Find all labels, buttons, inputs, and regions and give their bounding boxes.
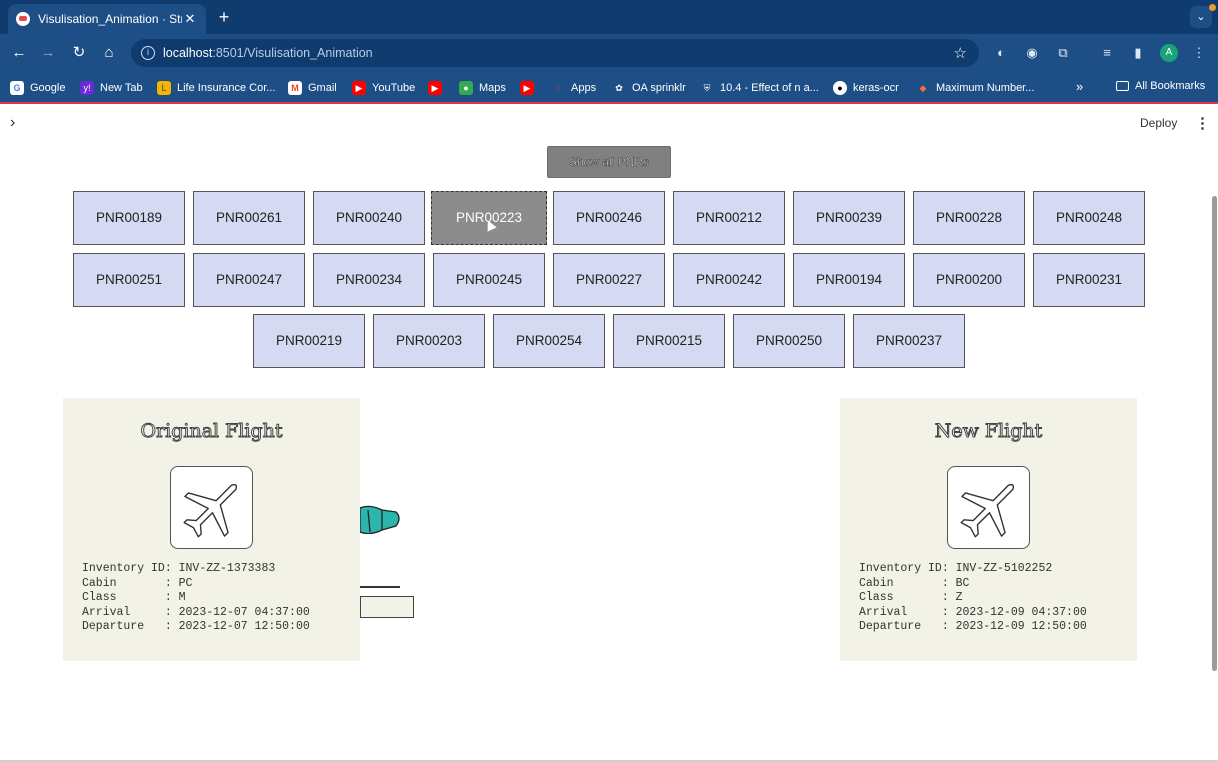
- side-panel-icon[interactable]: ▮: [1130, 45, 1146, 61]
- all-bookmarks[interactable]: All Bookmarks: [1116, 80, 1205, 92]
- show-all-pnrs-button[interactable]: Show all PNRs: [547, 146, 671, 178]
- site-info-icon[interactable]: i: [141, 46, 155, 60]
- browser-tab[interactable]: Visulisation_Animation · Strea ✕: [8, 4, 206, 34]
- new-tab-icon[interactable]: +: [214, 7, 234, 27]
- bookmark-youtube-3[interactable]: ▶: [520, 80, 540, 96]
- pnr-button[interactable]: PNR00245: [433, 253, 545, 307]
- original-flight-title: Original Flight: [140, 420, 283, 443]
- pnr-button[interactable]: PNR00215: [613, 314, 725, 368]
- sidebar-expand-chevron-icon[interactable]: ›: [10, 114, 15, 132]
- bookmark-maximum-number[interactable]: ◆ Maximum Number...: [916, 80, 1035, 96]
- bookmark-keras-ocr[interactable]: ● keras-ocr: [833, 80, 899, 96]
- airplane-icon: [170, 466, 253, 549]
- pnr-button[interactable]: PNR00231: [1033, 253, 1145, 307]
- bookmark-youtube[interactable]: ▶ YouTube: [352, 80, 415, 96]
- new-flight-title: New Flight: [934, 420, 1043, 443]
- app-menu-icon[interactable]: ⋮: [1195, 114, 1210, 132]
- bookmark-youtube-2[interactable]: ▶: [428, 80, 448, 96]
- bookmark-gmail[interactable]: M Gmail: [288, 80, 337, 96]
- home-icon[interactable]: ⌂: [99, 43, 119, 63]
- more-bookmarks-icon[interactable]: »: [1076, 79, 1083, 94]
- pnr-button[interactable]: PNR00239: [793, 191, 905, 245]
- pnr-button[interactable]: PNR00200: [913, 253, 1025, 307]
- bookmark-maps[interactable]: ● Maps: [459, 80, 506, 96]
- grammarly-icon[interactable]: ◉: [1024, 45, 1040, 61]
- pnr-button[interactable]: PNR00237: [853, 314, 965, 368]
- github-icon: ●: [833, 81, 847, 95]
- pnr-button-active[interactable]: PNR00223: [431, 191, 547, 245]
- pnr-button[interactable]: PNR00212: [673, 191, 785, 245]
- streamlit-app: › Deploy ⋮ Show all PNRs PNR00189 PNR002…: [0, 104, 1218, 762]
- apps-grid-icon: ⁙: [554, 83, 562, 93]
- pnr-button[interactable]: PNR00246: [553, 191, 665, 245]
- folder-icon: [1116, 81, 1129, 91]
- bookmark-sprinklr[interactable]: ✿ OA sprinklr: [612, 80, 686, 96]
- scrollbar[interactable]: [1212, 196, 1217, 671]
- tab-close-icon[interactable]: ✕: [182, 11, 198, 27]
- browser-tab-strip: Visulisation_Animation · Strea ✕ + ⌄: [0, 0, 1218, 34]
- address-bar[interactable]: i localhost:8501/Visulisation_Animation …: [131, 39, 979, 67]
- pnr-button[interactable]: PNR00247: [193, 253, 305, 307]
- pnr-button[interactable]: PNR00242: [673, 253, 785, 307]
- media-controls-icon[interactable]: ≡: [1099, 45, 1115, 61]
- pnr-button[interactable]: PNR00194: [793, 253, 905, 307]
- reload-icon[interactable]: ↻: [69, 43, 89, 63]
- pnr-button[interactable]: PNR00248: [1033, 191, 1145, 245]
- animation-platform: [360, 596, 414, 618]
- avatar[interactable]: A: [1160, 44, 1178, 62]
- google-icon: G: [10, 81, 24, 95]
- bookmarks-bar: G Google y! New Tab L Life Insurance Cor...…: [0, 72, 1218, 102]
- puzzle-icon[interactable]: ⧉: [1055, 45, 1071, 61]
- maps-icon: ●: [459, 81, 473, 95]
- lic-icon: L: [157, 81, 171, 95]
- tab-title: Visulisation_Animation · Strea: [38, 12, 182, 26]
- bookmark-lic[interactable]: L Life Insurance Cor...: [157, 80, 275, 96]
- pnr-button[interactable]: PNR00261: [193, 191, 305, 245]
- pnr-button[interactable]: PNR00254: [493, 314, 605, 368]
- youtube-icon: ▶: [428, 81, 442, 95]
- pnr-button[interactable]: PNR00219: [253, 314, 365, 368]
- pnr-button[interactable]: PNR00234: [313, 253, 425, 307]
- bookmark-apps[interactable]: ⁙ Apps: [551, 80, 596, 96]
- bookmark-google[interactable]: G Google: [10, 80, 65, 96]
- new-flight-card: New Flight Inventory ID: INV-ZZ-5102252 …: [840, 398, 1137, 661]
- bookmark-star-icon[interactable]: ☆: [954, 44, 967, 62]
- bookmark-effect[interactable]: ⛨ 10.4 - Effect of n a...: [700, 80, 819, 96]
- bookmark-new-tab[interactable]: y! New Tab: [80, 80, 143, 96]
- gmail-icon: M: [288, 81, 302, 95]
- original-flight-card: Original Flight Inventory ID: INV-ZZ-137…: [63, 398, 360, 661]
- chrome-menu-icon[interactable]: ⋮: [1191, 45, 1207, 61]
- back-icon[interactable]: ←: [9, 43, 29, 63]
- deploy-button[interactable]: Deploy: [1140, 116, 1177, 130]
- extension-icon[interactable]: ◐: [993, 45, 1009, 61]
- pnr-button[interactable]: PNR00228: [913, 191, 1025, 245]
- pnr-button[interactable]: PNR00251: [73, 253, 185, 307]
- pnr-button[interactable]: PNR00227: [553, 253, 665, 307]
- animation-rail: [360, 586, 400, 588]
- pnr-button[interactable]: PNR00240: [313, 191, 425, 245]
- forward-icon[interactable]: →: [38, 43, 58, 63]
- yahoo-icon: y!: [80, 81, 94, 95]
- airplane-icon: [947, 466, 1030, 549]
- new-flight-details: Inventory ID: INV-ZZ-5102252 Cabin : BC …: [859, 562, 1087, 633]
- bookmark-icon: ◆: [919, 83, 927, 93]
- streamlit-favicon-icon: [16, 12, 30, 26]
- sprinklr-icon: ✿: [615, 83, 623, 93]
- shield-icon: ⛨: [703, 83, 711, 93]
- url-text[interactable]: localhost:8501/Visulisation_Animation: [163, 46, 373, 60]
- notification-dot: [1209, 4, 1216, 11]
- pnr-button[interactable]: PNR00250: [733, 314, 845, 368]
- original-flight-details: Inventory ID: INV-ZZ-1373383 Cabin : PC …: [82, 562, 310, 633]
- pnr-button[interactable]: PNR00189: [73, 191, 185, 245]
- browser-toolbar: ← → ↻ ⌂ i localhost:8501/Visulisation_An…: [0, 34, 1218, 72]
- youtube-icon: ▶: [352, 81, 366, 95]
- pnr-button[interactable]: PNR00203: [373, 314, 485, 368]
- luggage-animation-icon: [360, 505, 400, 534]
- youtube-icon: ▶: [520, 81, 534, 95]
